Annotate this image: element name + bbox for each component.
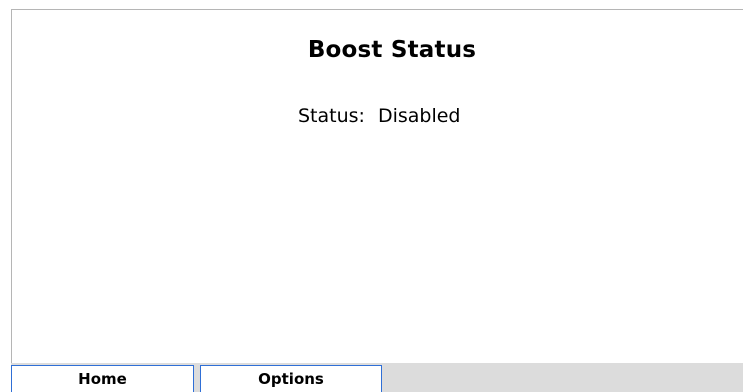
status-row: Status: Disabled xyxy=(298,105,461,127)
status-value: Disabled xyxy=(377,105,461,127)
content-panel: Boost Status Status: Disabled xyxy=(11,9,743,363)
tab-home[interactable]: Home xyxy=(11,365,194,392)
page-title: Boost Status xyxy=(307,37,477,63)
status-label: Status: xyxy=(298,105,365,127)
tab-options[interactable]: Options xyxy=(200,365,382,392)
bottom-tab-bar: Home Options xyxy=(11,363,743,392)
app-window: Boost Status Status: Disabled Home Option… xyxy=(0,0,743,392)
